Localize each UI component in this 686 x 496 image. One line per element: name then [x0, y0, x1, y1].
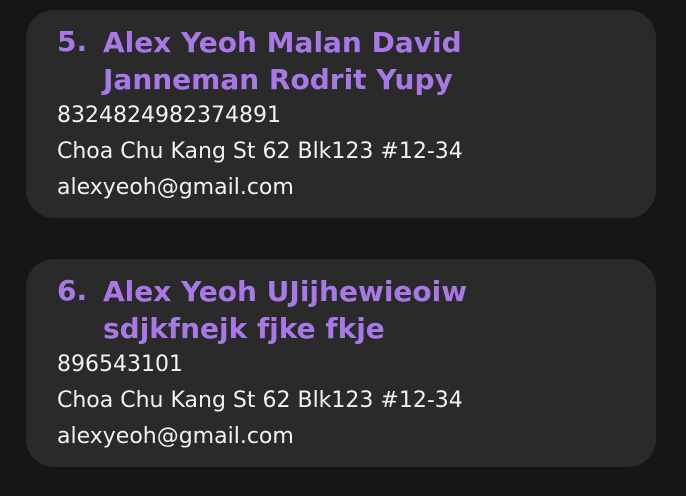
- person-list: 5. Alex Yeoh Malan David Janneman Rodrit…: [26, 10, 656, 467]
- person-address: Choa Chu Kang St 62 Blk123 #12-34: [57, 139, 463, 164]
- person-email: alexyeoh@gmail.com: [57, 424, 294, 449]
- person-card-header: 5. Alex Yeoh Malan David Janneman Rodrit…: [57, 24, 626, 98]
- person-card[interactable]: 6. Alex Yeoh UJijhewieoiw sdjkfnejk fjke…: [26, 259, 656, 467]
- person-card-header: 6. Alex Yeoh UJijhewieoiw sdjkfnejk fjke…: [57, 273, 626, 347]
- person-index: 5.: [57, 25, 88, 58]
- person-index: 6.: [57, 274, 88, 307]
- person-phone: 896543101: [57, 352, 183, 377]
- person-name: Alex Yeoh UJijhewieoiw sdjkfnejk fjke fk…: [103, 275, 487, 345]
- person-phone: 8324824982374891: [57, 103, 281, 128]
- person-address: Choa Chu Kang St 62 Blk123 #12-34: [57, 388, 463, 413]
- person-name: Alex Yeoh Malan David Janneman Rodrit Yu…: [103, 26, 472, 96]
- person-card[interactable]: 5. Alex Yeoh Malan David Janneman Rodrit…: [26, 10, 656, 218]
- person-email: alexyeoh@gmail.com: [57, 175, 294, 200]
